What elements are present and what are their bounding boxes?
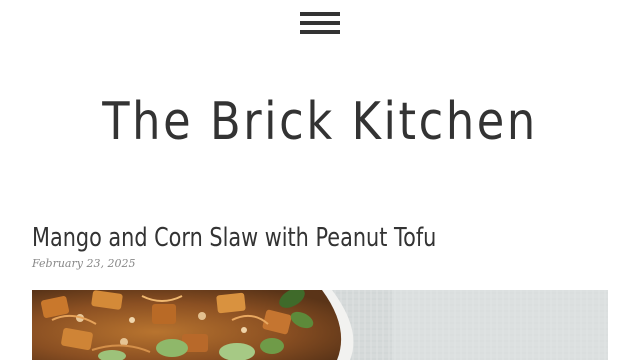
menu-bar-top: [300, 12, 340, 16]
featured-image[interactable]: [32, 290, 608, 360]
post-title[interactable]: Mango and Corn Slaw with Peanut Tofu: [32, 221, 436, 255]
post-date: February 23, 2025: [32, 257, 136, 270]
salad-bowl-photo: [32, 290, 608, 360]
site-title[interactable]: The Brick Kitchen: [45, 88, 595, 156]
menu-bar-middle: [300, 21, 340, 25]
hamburger-menu-icon[interactable]: [300, 12, 340, 38]
menu-bar-bottom: [300, 30, 340, 34]
